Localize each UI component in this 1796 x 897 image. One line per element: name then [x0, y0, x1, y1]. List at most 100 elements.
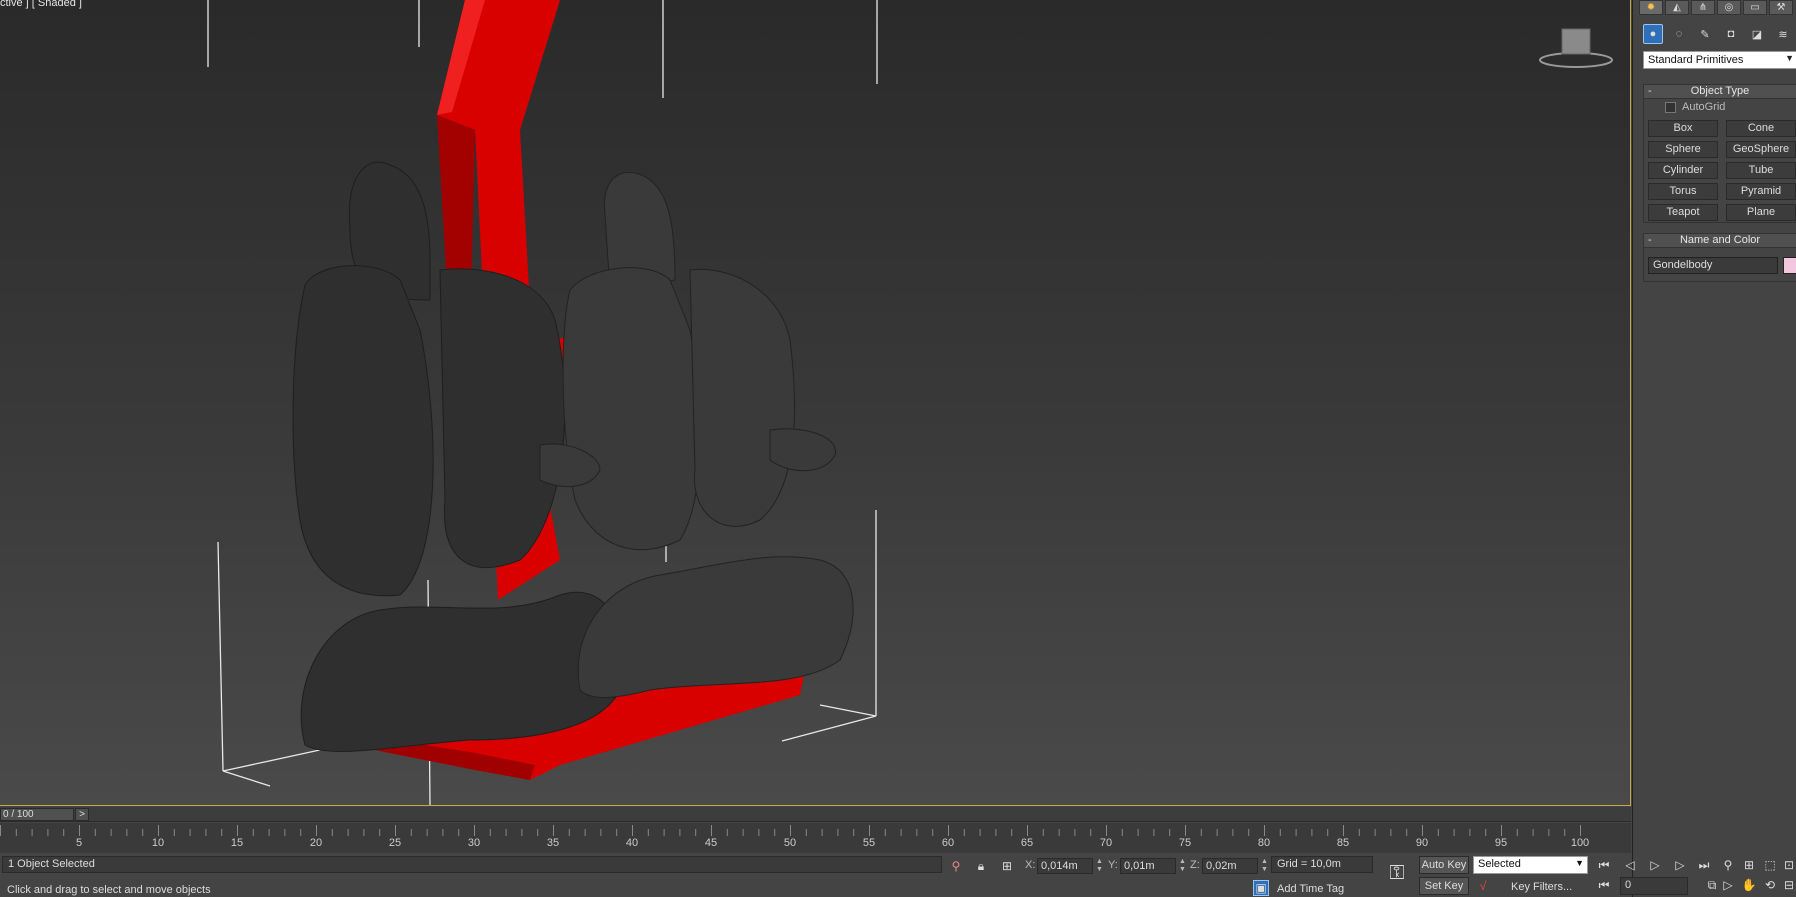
curve-editor-icon[interactable]: √	[1475, 878, 1491, 894]
create-category-row: ● ◌ ✎ ◘ ◪ ≋ ✱	[1643, 24, 1796, 44]
previous-frame-icon[interactable]: ◁	[1622, 857, 1638, 873]
name-color-rollout-header[interactable]: - Name and Color	[1643, 233, 1796, 248]
zoom-extents-icon[interactable]: ⬚	[1762, 857, 1778, 873]
key-icon[interactable]: ⚿	[1382, 862, 1412, 884]
display-tab-icon[interactable]: ▭	[1743, 0, 1767, 15]
grid-status: Grid = 10,0m	[1271, 856, 1373, 873]
x-coordinate-input[interactable]: 0,014m	[1037, 858, 1093, 874]
track-tick-label: 75	[1178, 837, 1192, 849]
spacewarps-icon[interactable]: ≋	[1773, 24, 1793, 44]
z-label: Z:	[1190, 859, 1200, 871]
go-to-start-icon[interactable]: ⏮	[1596, 857, 1612, 873]
track-tick-label: 25	[388, 837, 402, 849]
zoom-extents-all-icon[interactable]: ⊡	[1782, 857, 1796, 873]
track-tick-label: 50	[783, 837, 797, 849]
name-color-title: Name and Color	[1679, 234, 1761, 246]
pan-hand-icon[interactable]: ✋	[1741, 877, 1757, 893]
key-filters-button[interactable]: Key Filters...	[1511, 881, 1572, 893]
time-config-icon[interactable]: ⧉	[1704, 877, 1720, 893]
track-tick-label: 100	[1570, 837, 1590, 849]
current-frame-input[interactable]: 0	[1620, 877, 1688, 895]
track-tick-label: 90	[1415, 837, 1429, 849]
pyramid-button[interactable]: Pyramid	[1726, 183, 1796, 200]
time-tag-icon[interactable]: ▣	[1253, 880, 1269, 896]
orbit-icon[interactable]: ⟲	[1762, 877, 1778, 893]
sphere-button[interactable]: Sphere	[1648, 141, 1718, 158]
z-spinner[interactable]: ▲ ▼	[1261, 858, 1269, 874]
next-frame-button[interactable]: >	[75, 808, 89, 821]
category-dropdown-value: Standard Primitives	[1648, 54, 1744, 66]
track-ticks	[0, 825, 1581, 836]
shapes-icon[interactable]: ◌	[1669, 24, 1689, 44]
tube-button[interactable]: Tube	[1726, 162, 1796, 179]
category-dropdown[interactable]: Standard Primitives ▼	[1643, 51, 1796, 69]
cylinder-button[interactable]: Cylinder	[1648, 162, 1718, 179]
plane-button[interactable]: Plane	[1726, 204, 1796, 221]
lights-icon[interactable]: ✎	[1695, 24, 1715, 44]
auto-key-button[interactable]: Auto Key	[1419, 856, 1469, 874]
play-icon[interactable]: ▷	[1647, 857, 1663, 873]
set-key-button[interactable]: Set Key	[1419, 877, 1469, 895]
cameras-icon[interactable]: ◘	[1721, 24, 1741, 44]
key-mode-value: Selected	[1478, 858, 1521, 870]
autogrid-label: AutoGrid	[1682, 101, 1726, 113]
object-color-swatch[interactable]	[1783, 257, 1796, 274]
geometry-icon[interactable]: ●	[1643, 24, 1663, 44]
maximize-viewport-icon[interactable]: ⊟	[1782, 877, 1796, 893]
track-tick-label: 10	[151, 837, 165, 849]
field-of-view-icon[interactable]: ▷	[1720, 877, 1736, 893]
track-bar[interactable]: 5 10 15 20 25 30 35 40 45 50 55 60 65 70 75 80 85 90 95 100	[0, 823, 1631, 853]
object-name-input[interactable]: Gondelbody	[1648, 257, 1778, 274]
key-mode-toggle-icon[interactable]: ⏮	[1596, 877, 1612, 893]
key-mode-dropdown[interactable]: Selected ▼	[1473, 856, 1588, 874]
x-label: X:	[1025, 859, 1036, 871]
scene-render[interactable]	[0, 0, 1631, 806]
go-to-end-icon[interactable]: ⏭	[1696, 857, 1712, 873]
chevron-down-icon: ▼	[1575, 858, 1584, 868]
helpers-icon[interactable]: ◪	[1747, 24, 1767, 44]
teapot-button[interactable]: Teapot	[1648, 204, 1718, 221]
x-spinner[interactable]: ▲ ▼	[1096, 858, 1104, 874]
time-slider[interactable]: 0 / 100 >	[0, 807, 1631, 822]
track-tick-label: 40	[625, 837, 639, 849]
autogrid-checkbox-row[interactable]: AutoGrid	[1665, 101, 1725, 113]
track-tick-label: 55	[862, 837, 876, 849]
track-tick-label: 15	[230, 837, 244, 849]
zoom-all-icon[interactable]: ⊞	[1741, 857, 1757, 873]
hierarchy-tab-icon[interactable]: ⋔	[1691, 0, 1715, 15]
lock-icon[interactable]: 🔒︎	[973, 858, 989, 874]
perspective-viewport[interactable]: ctive ] [ Shaded ]	[0, 0, 1631, 806]
torus-button[interactable]: Torus	[1648, 183, 1718, 200]
utilities-tab-icon[interactable]: ⚒	[1769, 0, 1793, 15]
object-type-rollout-header[interactable]: - Object Type	[1643, 84, 1796, 99]
collapse-icon: -	[1648, 85, 1652, 97]
viewcube-icon[interactable]	[1536, 25, 1616, 70]
zoom-icon[interactable]: ⚲	[1720, 857, 1736, 873]
collapse-icon: -	[1648, 234, 1652, 246]
next-frame-icon[interactable]: ▷	[1672, 857, 1688, 873]
isolate-selection-icon[interactable]: ⚲	[948, 858, 964, 874]
modify-tab-icon[interactable]: ◭	[1665, 0, 1689, 15]
command-panel: ✹ ◭ ⋔ ◎ ▭ ⚒ ● ◌ ✎ ◘ ◪ ≋ ✱ Standard Primi…	[1632, 0, 1796, 897]
chevron-down-icon: ▼	[1785, 53, 1794, 63]
y-coordinate-input[interactable]: 0,01m	[1120, 858, 1176, 874]
selection-status: 1 Object Selected	[2, 856, 942, 873]
autogrid-checkbox[interactable]	[1665, 101, 1676, 113]
time-slider-thumb[interactable]: 0 / 100	[0, 808, 74, 821]
box-button[interactable]: Box	[1648, 120, 1718, 137]
cone-button[interactable]: Cone	[1726, 120, 1796, 137]
track-tick-label: 5	[75, 837, 83, 849]
track-tick-label: 60	[941, 837, 955, 849]
motion-tab-icon[interactable]: ◎	[1717, 0, 1741, 15]
z-coordinate-input[interactable]: 0,02m	[1202, 858, 1258, 874]
track-tick-label: 95	[1494, 837, 1508, 849]
y-spinner[interactable]: ▲ ▼	[1179, 858, 1187, 874]
track-tick-label: 70	[1099, 837, 1113, 849]
geosphere-button[interactable]: GeoSphere	[1726, 141, 1796, 158]
absolute-mode-icon[interactable]: ⊞	[999, 858, 1015, 874]
add-time-tag-button[interactable]: Add Time Tag	[1277, 883, 1344, 895]
status-bar: 1 Object Selected Click and drag to sele…	[0, 853, 1794, 897]
track-tick-label: 20	[309, 837, 323, 849]
create-tab-icon[interactable]: ✹	[1639, 0, 1663, 15]
command-panel-tabs: ✹ ◭ ⋔ ◎ ▭ ⚒	[1633, 0, 1796, 16]
